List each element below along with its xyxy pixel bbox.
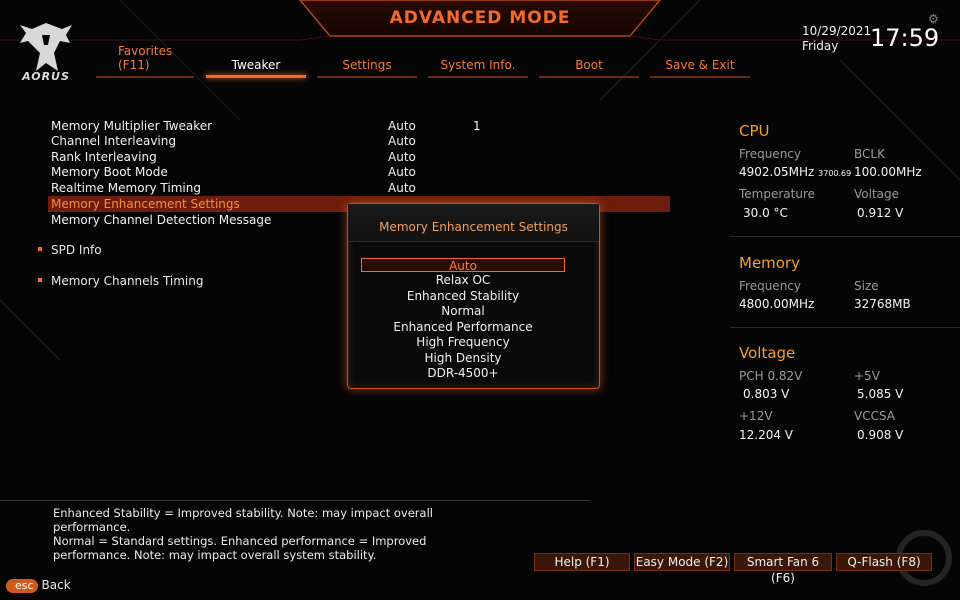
easy-mode-button[interactable]: Easy Mode (F2)	[634, 553, 730, 571]
tab-label: System Info.	[440, 58, 516, 72]
popup-title: Memory Enhancement Settings	[379, 220, 568, 234]
option-relax-oc[interactable]: Relax OC	[361, 273, 565, 287]
memory-size-label: Size	[854, 279, 879, 293]
memory-enhancement-popup: Memory Enhancement Settings Auto Relax O…	[347, 203, 600, 389]
esc-badge: esc	[6, 579, 38, 593]
divider	[0, 500, 590, 501]
tab-underline	[206, 75, 306, 78]
smart-fan-button[interactable]: Smart Fan 6 (F6)	[734, 553, 832, 585]
setting-memory-multiplier-tweaker[interactable]: Memory Multiplier Tweaker Auto 1	[48, 118, 670, 134]
setting-realtime-memory-timing[interactable]: Realtime Memory Timing Auto	[48, 180, 670, 196]
submenu-memory-channels-timing[interactable]: Memory Channels Timing	[38, 274, 204, 288]
option-high-frequency[interactable]: High Frequency	[361, 335, 565, 349]
memory-size-value: 32768MB	[854, 297, 911, 311]
tab-label: Tweaker	[231, 58, 281, 72]
page-title: ADVANCED MODE	[389, 8, 571, 28]
setting-value: Auto	[388, 150, 416, 164]
tab-underline	[539, 76, 639, 78]
setting-value-secondary: 1	[473, 119, 481, 133]
tab-label: Settings	[342, 58, 392, 72]
divider	[730, 236, 960, 237]
submenu-label: SPD Info	[51, 243, 102, 257]
tab-label: Favorites (F11)	[118, 44, 173, 72]
voltage-heading: Voltage	[739, 344, 796, 362]
logo-text: AORUS	[22, 70, 70, 83]
setting-label: Channel Interleaving	[51, 134, 176, 148]
cpu-frequency-label: Frequency	[739, 147, 801, 161]
setting-value: Auto	[388, 134, 416, 148]
tab-underline	[317, 76, 417, 78]
option-enhanced-stability[interactable]: Enhanced Stability	[361, 289, 565, 303]
setting-label: Memory Multiplier Tweaker	[51, 119, 213, 133]
date-display: 10/29/2021 Friday	[802, 24, 871, 54]
date-text: 10/29/2021	[802, 24, 872, 38]
cpu-temperature-label: Temperature	[739, 187, 816, 201]
option-normal[interactable]: Normal	[361, 304, 565, 318]
option-enhanced-performance[interactable]: Enhanced Performance	[361, 320, 565, 334]
tab-settings[interactable]: Settings	[317, 44, 417, 78]
cpu-heading: CPU	[739, 122, 770, 140]
back-label: Back	[41, 578, 71, 592]
tab-underline	[96, 76, 194, 78]
vccsa-label: VCCSA	[854, 409, 896, 423]
day-text: Friday	[802, 39, 839, 53]
memory-frequency-value: 4800.00MHz	[739, 297, 815, 311]
tab-label: Boot	[575, 58, 603, 72]
gear-icon[interactable]: ⚙	[928, 12, 939, 26]
qflash-button[interactable]: Q-Flash (F8)	[836, 553, 932, 571]
setting-label: Memory Boot Mode	[51, 165, 168, 179]
submenu-spd-info[interactable]: SPD Info	[38, 243, 102, 257]
tab-underline	[650, 76, 750, 78]
setting-value: Auto	[388, 165, 416, 179]
p12v-value: 12.204 V	[739, 428, 794, 442]
setting-rank-interleaving[interactable]: Rank Interleaving Auto	[48, 149, 670, 165]
divider	[730, 327, 960, 328]
cpu-frequency-text: 4902.05MHz	[739, 165, 815, 179]
setting-label: Rank Interleaving	[51, 150, 157, 164]
tab-system-info[interactable]: System Info.	[428, 44, 528, 78]
tab-save-exit[interactable]: Save & Exit	[650, 44, 750, 78]
setting-value: Auto	[388, 181, 416, 195]
bclk-label: BCLK	[854, 147, 885, 161]
cpu-voltage-label: Voltage	[854, 187, 900, 201]
option-high-density[interactable]: High Density	[361, 351, 565, 365]
submenu-label: Memory Channels Timing	[51, 274, 204, 288]
setting-label: Memory Enhancement Settings	[51, 197, 240, 211]
p5v-value: 5.085 V	[857, 387, 904, 401]
pch-label: PCH 0.82V	[739, 369, 803, 383]
memory-frequency-label: Frequency	[739, 279, 801, 293]
tab-favorites[interactable]: Favorites (F11)	[96, 44, 194, 78]
p12v-label: +12V	[739, 409, 773, 423]
clock: 17:59	[870, 24, 940, 52]
cpu-frequency-value: 4902.05MHz 3700.69	[739, 165, 851, 179]
setting-label: Memory Channel Detection Message	[51, 213, 272, 227]
tab-tweaker[interactable]: Tweaker	[206, 44, 306, 78]
setting-memory-boot-mode[interactable]: Memory Boot Mode Auto	[48, 164, 670, 180]
setting-value: Auto	[388, 119, 416, 133]
cpu-frequency-sub: 3700.69	[818, 169, 852, 178]
p5v-label: +5V	[854, 369, 880, 383]
tab-boot[interactable]: Boot	[539, 44, 639, 78]
option-ddr-4500-plus[interactable]: DDR-4500+	[361, 366, 565, 380]
cpu-voltage-value: 0.912 V	[857, 206, 904, 220]
bullet-icon	[38, 246, 42, 251]
help-description: Enhanced Stability = Improved stability.…	[53, 506, 433, 562]
bclk-value: 100.00MHz	[854, 165, 922, 179]
vccsa-value: 0.908 V	[857, 428, 904, 442]
cpu-temperature-value: 30.0 °C	[743, 206, 788, 220]
option-auto[interactable]: Auto	[361, 258, 565, 273]
help-button[interactable]: Help (F1)	[534, 553, 630, 571]
bullet-icon	[38, 277, 42, 282]
tab-underline	[428, 76, 528, 78]
memory-heading: Memory	[739, 254, 801, 272]
setting-channel-interleaving[interactable]: Channel Interleaving Auto	[48, 133, 670, 149]
back-button[interactable]: esc Back	[6, 578, 71, 593]
setting-label: Realtime Memory Timing	[51, 181, 201, 195]
tab-label: Save & Exit	[665, 58, 735, 72]
pch-value: 0.803 V	[743, 387, 790, 401]
popup-header: Memory Enhancement Settings	[348, 204, 599, 242]
